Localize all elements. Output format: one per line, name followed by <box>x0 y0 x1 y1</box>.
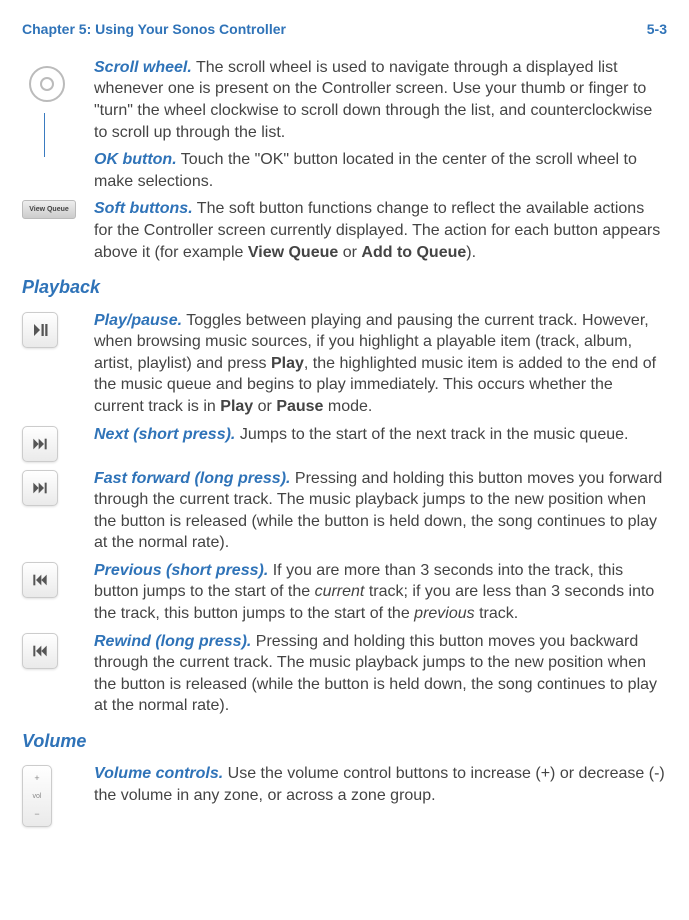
entry-play-pause: Play/pause. Toggles between playing and … <box>22 310 667 418</box>
volume-minus-icon: − <box>34 808 39 820</box>
entry-ok-button: OK button. Touch the "OK" button located… <box>22 149 667 192</box>
volume-rocker-icon: + vol − <box>22 765 52 827</box>
entry-soft-buttons: View Queue Soft buttons. The soft button… <box>22 198 667 263</box>
entry-next: Next (short press). Jumps to the start o… <box>22 424 667 462</box>
volume-label: vol <box>33 792 42 801</box>
term-rewind: Rewind (long press). <box>94 633 251 650</box>
ital-previous: previous <box>414 605 474 622</box>
section-playback: Playback <box>22 275 667 299</box>
chapter-title: Chapter 5: Using Your Sonos Controller <box>22 20 286 39</box>
desc-play-pause-c: or <box>253 398 276 415</box>
scroll-wheel-icon <box>22 59 72 109</box>
term-prev: Previous (short press). <box>94 562 268 579</box>
rewind-icon <box>22 633 58 669</box>
term-volume: Volume controls. <box>94 765 223 782</box>
desc-play-pause-d: mode. <box>323 398 372 415</box>
bold-play-1: Play <box>271 355 304 372</box>
term-ok-button: OK button. <box>94 151 177 168</box>
page-header: Chapter 5: Using Your Sonos Controller 5… <box>22 20 667 39</box>
soft-button-icon: View Queue <box>22 200 76 219</box>
desc-soft-buttons-b: or <box>338 244 361 261</box>
desc-soft-buttons-c: ). <box>466 244 476 261</box>
term-scroll-wheel: Scroll wheel. <box>94 59 192 76</box>
previous-icon <box>22 562 58 598</box>
entry-prev: Previous (short press). If you are more … <box>22 560 667 625</box>
volume-plus-icon: + <box>34 772 39 784</box>
bold-pause: Pause <box>276 398 323 415</box>
bold-view-queue: View Queue <box>248 244 338 261</box>
page-number: 5-3 <box>647 20 667 39</box>
next-icon <box>22 426 58 462</box>
entry-scroll-wheel: Scroll wheel. The scroll wheel is used t… <box>22 57 667 143</box>
play-pause-icon <box>22 312 58 348</box>
term-play-pause: Play/pause. <box>94 312 182 329</box>
term-ffwd: Fast forward (long press). <box>94 470 290 487</box>
desc-prev-c: track. <box>475 605 519 622</box>
term-soft-buttons: Soft buttons. <box>94 200 193 217</box>
bold-play-2: Play <box>220 398 253 415</box>
bold-add-to-queue: Add to Queue <box>361 244 466 261</box>
entry-volume: + vol − Volume controls. Use the volume … <box>22 763 667 827</box>
desc-next: Jumps to the start of the next track in … <box>235 426 628 443</box>
section-volume: Volume <box>22 729 667 753</box>
entry-rewind: Rewind (long press). Pressing and holdin… <box>22 631 667 717</box>
ital-current: current <box>315 583 365 600</box>
term-next: Next (short press). <box>94 426 235 443</box>
fast-forward-icon <box>22 470 58 506</box>
entry-ffwd: Fast forward (long press). Pressing and … <box>22 468 667 554</box>
